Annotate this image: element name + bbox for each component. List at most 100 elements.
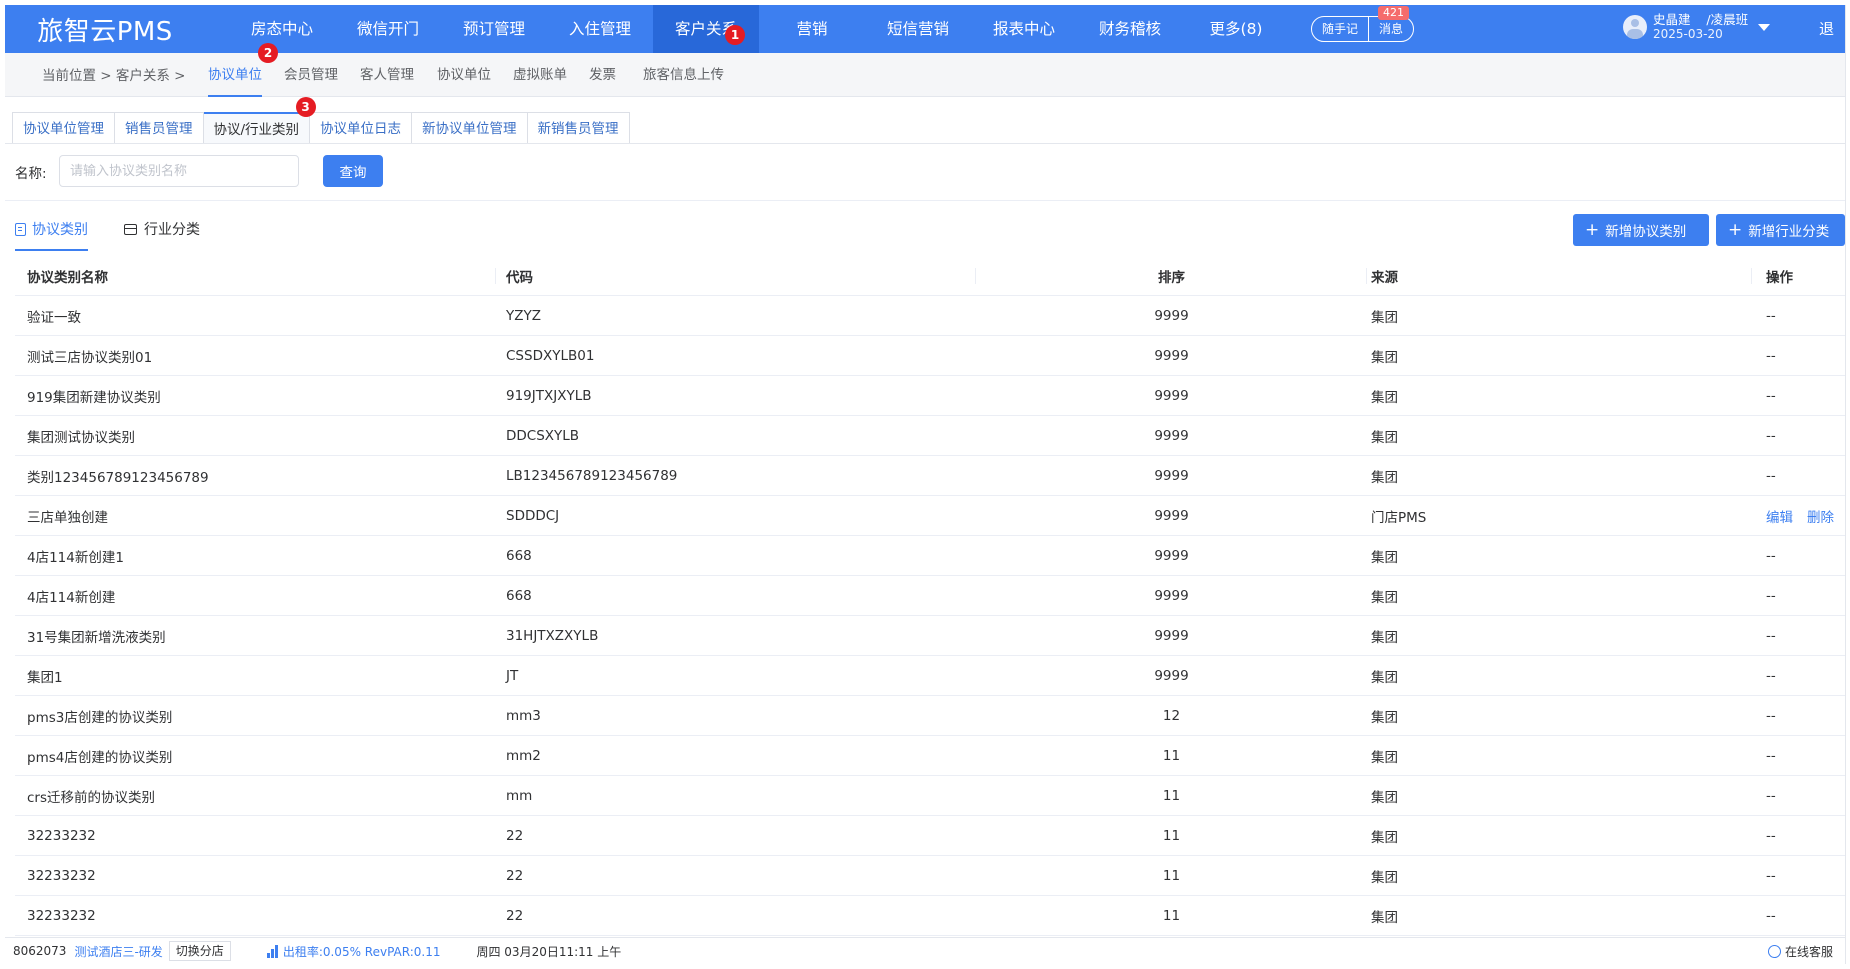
cell-ops: -- — [1766, 387, 1776, 404]
cell-source: 集团 — [1371, 549, 1398, 566]
cell-code: LB123456789123456789 — [506, 467, 678, 484]
step-marker-1: 1 — [725, 25, 745, 45]
tab-sales-management[interactable]: 销售员管理 — [115, 112, 204, 144]
table-row: 验证一致 YZYZ 9999 集团 -- — [15, 296, 1845, 336]
subtab-guest-info-upload[interactable]: 旅客信息上传 — [643, 53, 724, 97]
tabs-divider — [5, 143, 1845, 144]
cell-code: 22 — [506, 867, 524, 884]
nav-item-checkin[interactable]: 入住管理 — [547, 5, 653, 53]
cell-sort: 11 — [1162, 787, 1181, 804]
cell-sort: 9999 — [1154, 467, 1189, 484]
notepad-button[interactable]: 随手记 — [1312, 17, 1368, 41]
table-row: 31号集团新增洗液类别 31HJTXZXYLB 9999 集团 -- — [15, 616, 1845, 656]
occupancy-text: 出租率:0.05% RevPAR:0.11 — [282, 944, 441, 959]
user-name: 史晶建 — [1653, 12, 1691, 27]
table-row: 32233232 22 11 集团 -- — [15, 896, 1845, 936]
online-service-button[interactable]: 在线客服 — [1767, 943, 1833, 960]
cell-sort: 11 — [1162, 907, 1181, 924]
main-nav: 房态中心 微信开门 预订管理 入住管理 客户关系 1 营销 短信营销 报表中心 … — [229, 5, 1289, 53]
cell-name: 集团1 — [27, 669, 63, 686]
current-datetime: 周四 03月20日11:11 上午 — [476, 944, 622, 959]
subtab-agreement-unit-2[interactable]: 协议单位 — [437, 53, 491, 97]
query-button[interactable]: 查询 — [323, 155, 383, 187]
nav-item-reservation[interactable]: 预订管理 — [441, 5, 547, 53]
cell-ops: -- — [1766, 747, 1776, 764]
headset-icon — [1767, 944, 1781, 958]
add-agreement-category-button[interactable]: + 新增协议类别 — [1573, 214, 1709, 246]
tab-agreement-industry-category-label: 协议/行业类别 — [213, 122, 300, 138]
table-body: 验证一致 YZYZ 9999 集团 -- 测试三店协议类别01 CSSDXYLB01 9999… — [15, 296, 1845, 936]
cell-ops: -- — [1766, 307, 1776, 324]
cell-ops: -- — [1766, 587, 1776, 604]
cell-name: 31号集团新增洗液类别 — [27, 629, 166, 646]
subtab-virtual-bill[interactable]: 虚拟账单 — [513, 53, 567, 97]
cell-sort: 12 — [1162, 707, 1181, 724]
agreement-category-table: 协议类别名称 代码 排序 来源 操作 验证一致 YZYZ 9999 集团 -- 测试三店协… — [15, 256, 1845, 936]
table-row: pms3店创建的协议类别 mm3 12 集团 -- — [15, 696, 1845, 736]
cell-name: 集团测试协议类别 — [27, 429, 135, 446]
switch-branch-button[interactable]: 切换分店 — [168, 941, 231, 961]
avatar — [1623, 15, 1647, 39]
cell-source: 集团 — [1371, 909, 1398, 926]
tab-agreement-unit-log[interactable]: 协议单位日志 — [310, 112, 413, 144]
column-header-source: 来源 — [1367, 256, 1752, 295]
nav-item-finance-audit[interactable]: 财务稽核 — [1077, 5, 1183, 53]
plus-icon: + — [1585, 220, 1600, 240]
table-row: 测试三店协议类别01 CSSDXYLB01 9999 集团 -- — [15, 336, 1845, 376]
message-button[interactable]: 消息 — [1369, 17, 1413, 41]
cell-name: pms4店创建的协议类别 — [27, 749, 173, 766]
cell-source: 集团 — [1371, 709, 1398, 726]
cell-ops: -- — [1766, 707, 1776, 724]
cell-code: CSSDXYLB01 — [506, 347, 595, 364]
cell-ops: -- — [1766, 787, 1776, 804]
add-industry-category-button[interactable]: + 新增行业分类 — [1716, 214, 1845, 246]
list-icon — [124, 223, 137, 235]
cell-code: DDCSXYLB — [506, 427, 580, 444]
add-agreement-category-label: 新增协议类别 — [1605, 224, 1687, 240]
cell-source: 集团 — [1371, 469, 1398, 486]
tab-agreement-unit-management[interactable]: 协议单位管理 — [12, 112, 115, 144]
document-icon — [15, 222, 26, 236]
nav-item-sms-marketing[interactable]: 短信营销 — [865, 5, 971, 53]
cell-ops: -- — [1766, 627, 1776, 644]
cell-sort: 9999 — [1154, 347, 1189, 364]
cell-sort: 9999 — [1154, 547, 1189, 564]
nav-item-room-status[interactable]: 房态中心 — [229, 5, 335, 53]
subtab-agreement-unit[interactable]: 协议单位 — [208, 53, 262, 97]
tab-agreement-industry-category[interactable]: 协议/行业类别 3 — [203, 97, 316, 144]
tab-new-sales-management[interactable]: 新销售员管理 — [527, 112, 630, 144]
subtab-member-management[interactable]: 会员管理 — [284, 53, 338, 97]
cell-source: 集团 — [1371, 829, 1398, 846]
subtab-invoice[interactable]: 发票 — [589, 53, 616, 97]
cell-source: 门店PMS — [1371, 509, 1427, 526]
cell-code: 668 — [506, 547, 532, 564]
user-menu[interactable]: 史晶建 /凌晨班 2025-03-20 — [1623, 12, 1771, 42]
bar-chart-icon — [266, 944, 279, 958]
plus-icon: + — [1728, 220, 1743, 240]
cell-ops: -- — [1766, 827, 1776, 844]
cell-code: mm2 — [506, 747, 541, 764]
nav-item-marketing[interactable]: 营销 — [759, 5, 865, 53]
nav-item-wechat-door[interactable]: 微信开门 — [335, 5, 441, 53]
table-row: 919集团新建协议类别 919JTXJXYLB 9999 集团 -- — [15, 376, 1845, 416]
nav-item-reports[interactable]: 报表中心 — [971, 5, 1077, 53]
nav-item-more[interactable]: 更多(8) — [1183, 5, 1289, 53]
subtab-guest-management[interactable]: 客人管理 — [360, 53, 414, 97]
cell-name: 4店114新创建 — [27, 589, 116, 606]
cell-name: 验证一致 — [27, 309, 81, 326]
edit-link[interactable]: 编辑 — [1766, 506, 1793, 526]
table-row: crs迁移前的协议类别 mm 11 集团 -- — [15, 776, 1845, 816]
cell-ops: -- — [1766, 427, 1776, 444]
delete-link[interactable]: 删除 — [1807, 506, 1834, 526]
cell-name: 32233232 — [27, 827, 96, 844]
hotel-name-link[interactable]: 测试酒店三-研发 — [74, 943, 162, 960]
cell-source: 集团 — [1371, 789, 1398, 806]
nav-item-customer-relations[interactable]: 客户关系 1 — [653, 5, 759, 53]
cell-name: 测试三店协议类别01 — [27, 349, 153, 366]
search-input[interactable] — [59, 155, 299, 187]
cell-sort: 9999 — [1154, 507, 1189, 524]
cell-name: 32233232 — [27, 907, 96, 924]
tab-new-agreement-unit-management[interactable]: 新协议单位管理 — [412, 112, 528, 144]
tab-industry-category[interactable]: 行业分类 — [124, 219, 200, 239]
tab-agreement-category[interactable]: 协议类别 — [15, 219, 88, 251]
